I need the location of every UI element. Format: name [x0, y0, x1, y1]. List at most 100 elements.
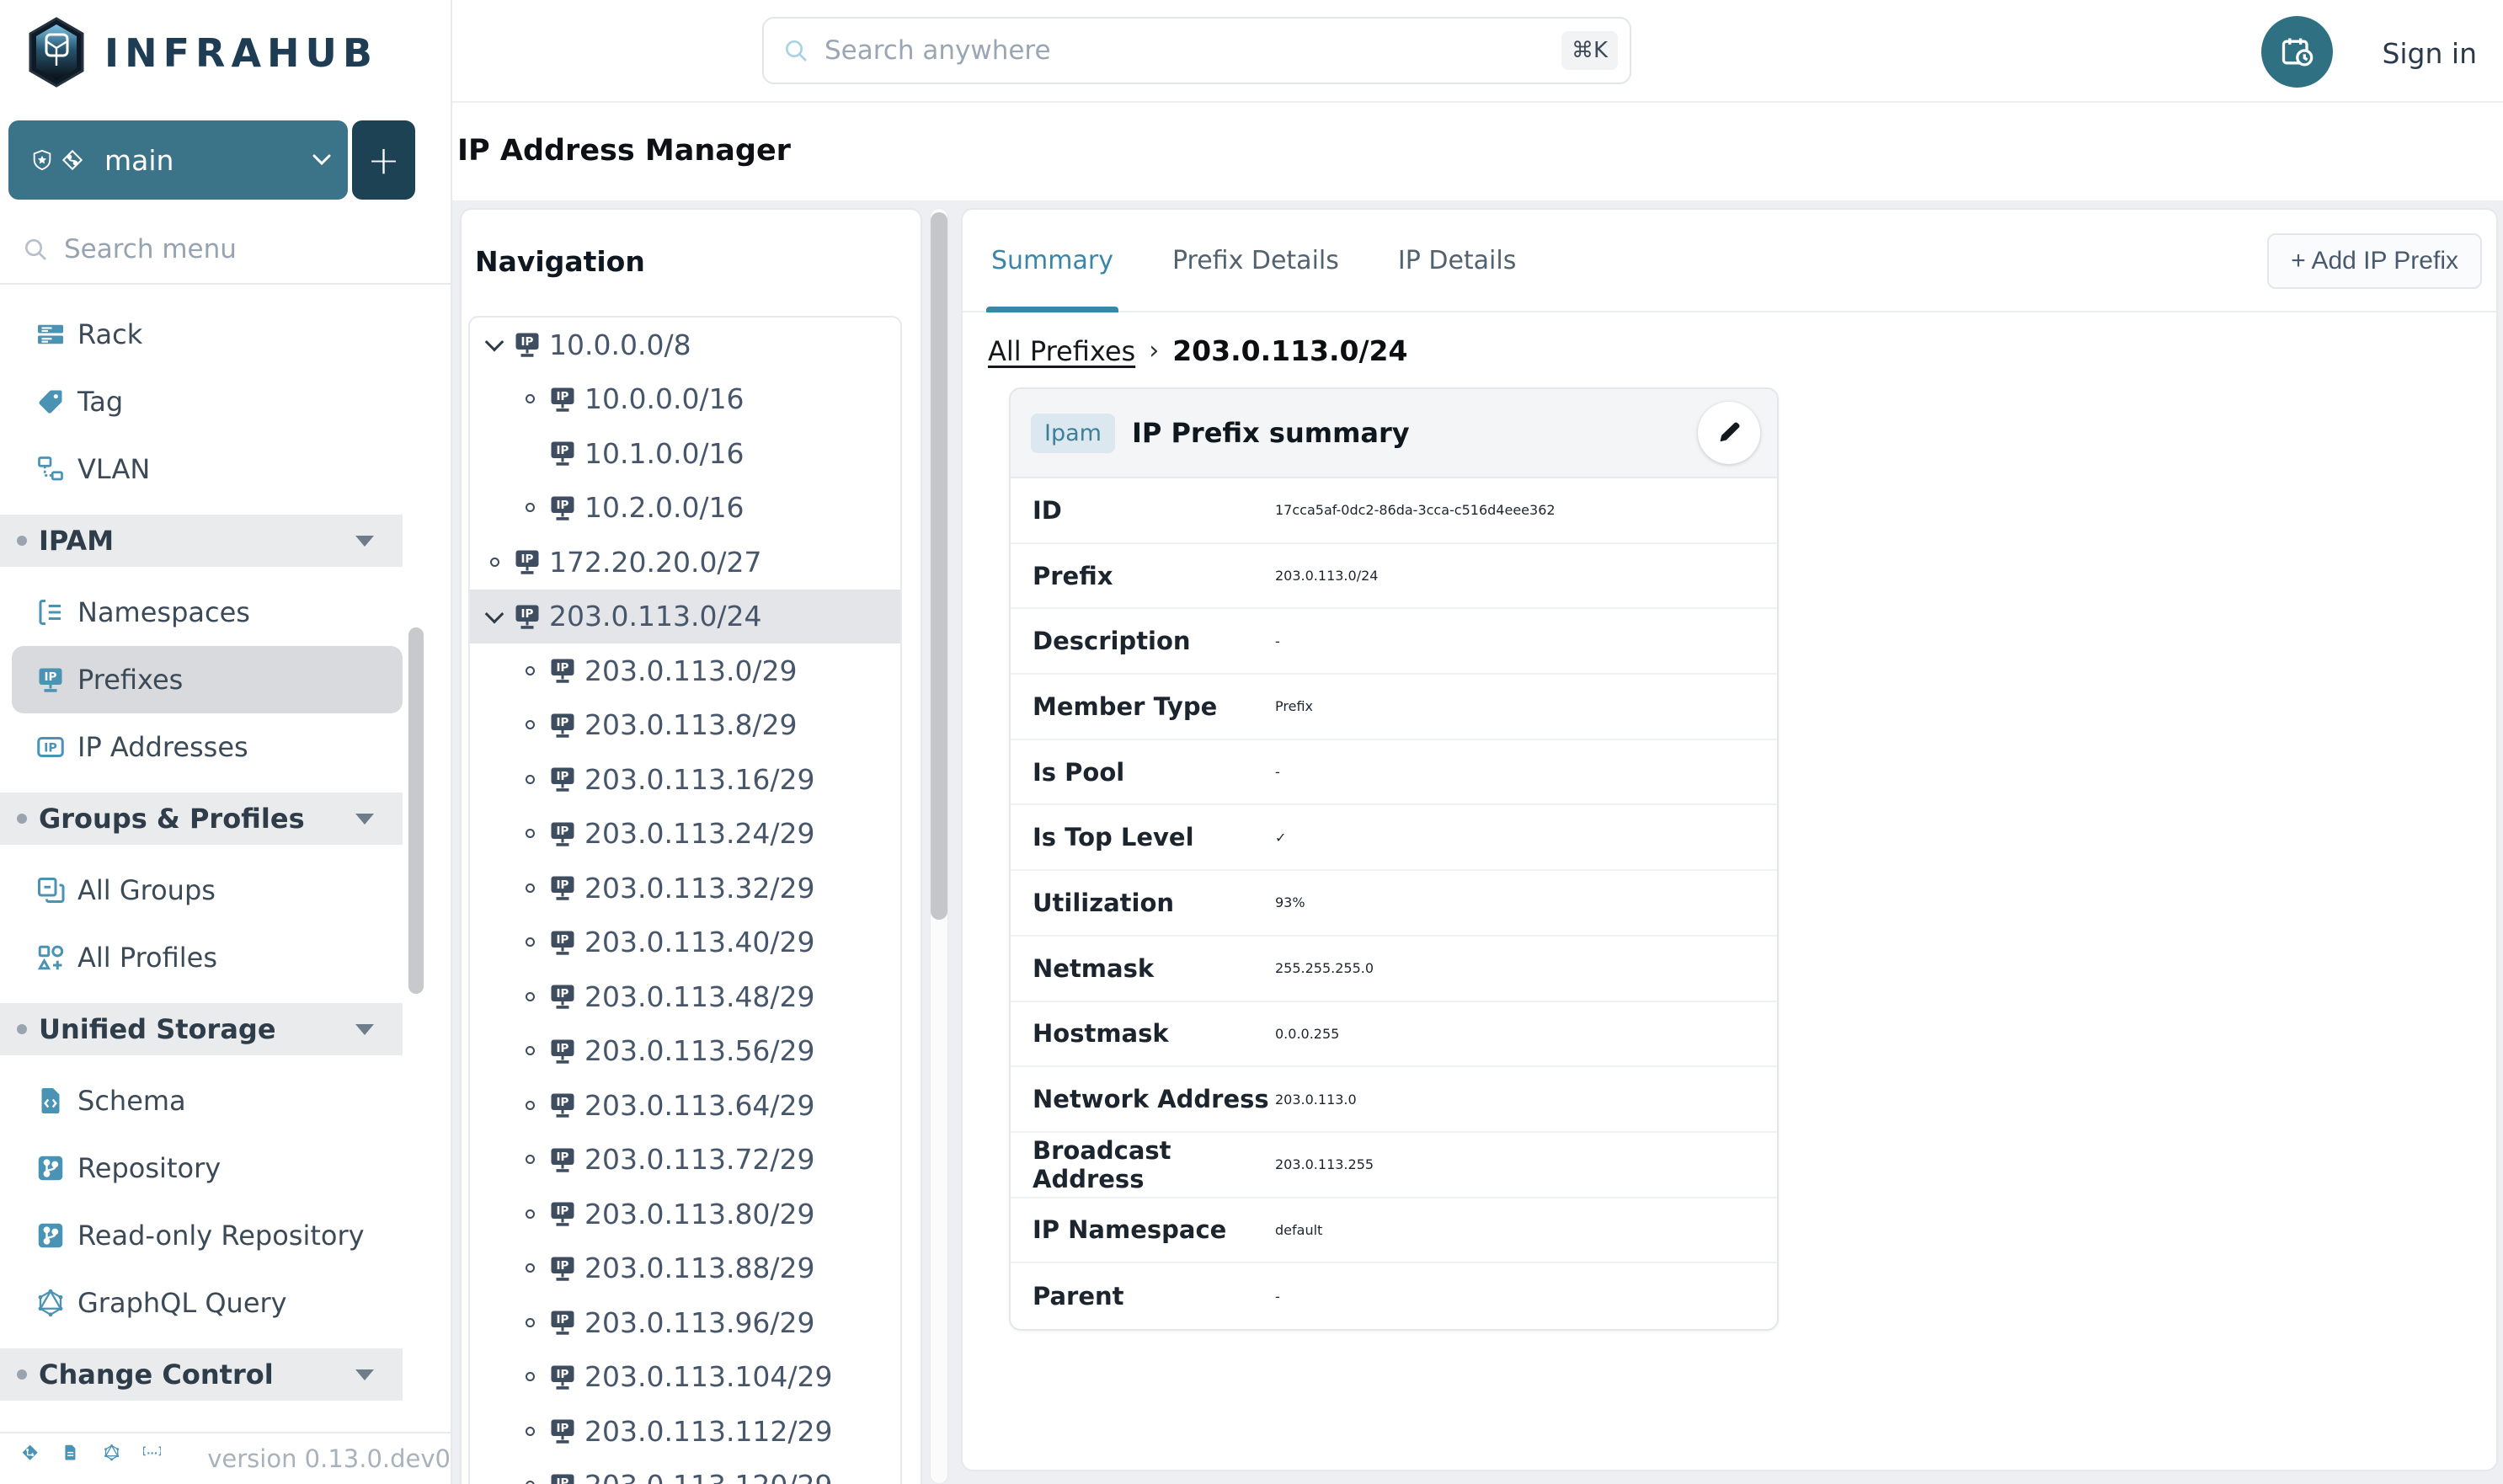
detail-panel: Summary Prefix Details IP Details + Add IP … — [961, 208, 2498, 1471]
ip-namespace-link[interactable]: default — [1275, 1222, 1322, 1238]
tree-item-10-0-0-0-8[interactable]: IP10.0.0.0/8 — [470, 318, 900, 372]
tab-summary[interactable]: Summary — [991, 210, 1113, 311]
summary-rows: ID17cca5af-0dc2-86da-3cca-c516d4eee362Pr… — [1011, 478, 1777, 1329]
tab-prefix-details[interactable]: Prefix Details — [1172, 210, 1339, 311]
tree-item-203-0-113-56-29[interactable]: IP203.0.113.56/29 — [470, 1024, 900, 1079]
sidebar-item-label: Rack — [77, 318, 142, 350]
prefix-icon: IP — [547, 1145, 578, 1175]
svg-text:IP: IP — [557, 1313, 569, 1327]
tree-item-203-0-113-120-29[interactable]: IP203.0.113.120/29 — [470, 1459, 900, 1484]
sidebar-item-label: All Groups — [77, 874, 216, 906]
sidebar-item-schema[interactable]: Schema — [0, 1067, 403, 1134]
repository-icon — [35, 1153, 66, 1183]
add-branch-button[interactable]: + — [352, 120, 415, 200]
svg-text:{...}: {...} — [143, 1444, 161, 1456]
sidebar-item-repository[interactable]: Repository — [0, 1134, 403, 1202]
sign-in-button[interactable]: Sign in — [2382, 37, 2477, 70]
tree-item-203-0-113-72-29[interactable]: IP203.0.113.72/29 — [470, 1133, 900, 1188]
sidebar-scrollbar[interactable] — [408, 627, 424, 994]
leaf-dot-icon — [519, 877, 541, 899]
brand-logo[interactable]: INFRAHUB — [0, 0, 451, 94]
tree-item-label: 203.0.113.8/29 — [584, 708, 798, 741]
svg-text:IP: IP — [557, 1368, 569, 1381]
edit-button[interactable] — [1698, 402, 1760, 464]
graphql-hex-icon[interactable] — [103, 1444, 120, 1474]
tree-item-203-0-113-88-29[interactable]: IP203.0.113.88/29 — [470, 1241, 900, 1296]
tree-item-label: 203.0.113.56/29 — [584, 1034, 815, 1067]
sidebar-item-ip-addresses[interactable]: IPIP Addresses — [0, 713, 403, 781]
row-value: default — [1275, 1222, 1322, 1238]
sidebar-item-tag[interactable]: Tag — [0, 368, 403, 435]
tree-item-10-2-0-0-16[interactable]: IP10.2.0.0/16 — [470, 481, 900, 536]
tree-item-label: 203.0.113.0/29 — [584, 654, 798, 687]
git-icon[interactable] — [21, 1444, 39, 1474]
search-icon — [22, 236, 49, 263]
breadcrumb-all-prefixes-link[interactable]: All Prefixes — [988, 335, 1135, 367]
summary-row-is-top-level: Is Top Level✓ — [1011, 805, 1777, 871]
namespace-icon — [35, 597, 66, 627]
content-scrollbar-thumb[interactable] — [931, 212, 947, 920]
docs-icon[interactable] — [61, 1444, 79, 1474]
sidebar-item-all-groups[interactable]: All Groups — [0, 857, 403, 924]
schedule-button[interactable] — [2261, 16, 2333, 88]
sidebar-item-rack[interactable]: Rack — [0, 301, 403, 368]
tree-item-203-0-113-112-29[interactable]: IP203.0.113.112/29 — [470, 1404, 900, 1459]
prefix-icon: IP — [547, 1090, 578, 1120]
sidebar-section-groups-profiles[interactable]: Groups & Profiles — [0, 793, 403, 845]
prefix-icon: IP — [547, 927, 578, 958]
row-value: 93% — [1275, 894, 1305, 910]
profiles-icon — [35, 942, 66, 973]
chevron-right-icon[interactable] — [519, 442, 541, 464]
braces-icon[interactable]: {...} — [143, 1444, 161, 1474]
tree-item-203-0-113-0-24[interactable]: IP203.0.113.0/24 — [470, 590, 900, 644]
infrahub-logo-icon — [27, 17, 86, 89]
leaf-dot-icon — [519, 1475, 541, 1484]
sidebar-item-namespaces[interactable]: Namespaces — [0, 579, 403, 646]
prefix-icon: IP — [35, 665, 66, 695]
tree-item-203-0-113-32-29[interactable]: IP203.0.113.32/29 — [470, 861, 900, 915]
section-bullet-icon — [17, 536, 27, 546]
sidebar-item-read-only-repository[interactable]: Read-only Repository — [0, 1202, 403, 1269]
sidebar-search-input[interactable]: Search menu — [0, 215, 452, 285]
sidebar-item-vlan[interactable]: VLAN — [0, 435, 403, 503]
row-label: Netmask — [1033, 954, 1275, 983]
tree-item-203-0-113-96-29[interactable]: IP203.0.113.96/29 — [470, 1295, 900, 1350]
chevron-down-icon[interactable] — [483, 606, 505, 627]
sidebar-section-unified-storage[interactable]: Unified Storage — [0, 1003, 403, 1055]
tree-item-203-0-113-8-29[interactable]: IP203.0.113.8/29 — [470, 698, 900, 753]
version-label: version 0.13.0.dev0 — [207, 1444, 451, 1473]
schema-icon — [35, 1086, 66, 1116]
chevron-down-icon[interactable] — [483, 334, 505, 355]
chevron-down-icon — [355, 1024, 374, 1035]
sidebar: INFRAHUB main — [0, 0, 452, 1484]
tree-item-203-0-113-64-29[interactable]: IP203.0.113.64/29 — [470, 1078, 900, 1133]
tree-item-203-0-113-80-29[interactable]: IP203.0.113.80/29 — [470, 1187, 900, 1241]
tab-ip-details[interactable]: IP Details — [1398, 210, 1516, 311]
sidebar-item-label: IP Addresses — [77, 731, 248, 763]
add-ip-prefix-button[interactable]: + Add IP Prefix — [2267, 233, 2482, 289]
sidebar-item-all-profiles[interactable]: All Profiles — [0, 924, 403, 991]
tree-item-172-20-20-0-27[interactable]: IP172.20.20.0/27 — [470, 535, 900, 590]
tree-item-203-0-113-48-29[interactable]: IP203.0.113.48/29 — [470, 969, 900, 1024]
tree-item-203-0-113-104-29[interactable]: IP203.0.113.104/29 — [470, 1350, 900, 1405]
sidebar-item-graphql-query[interactable]: GraphQL Query — [0, 1269, 403, 1337]
svg-text:IP: IP — [557, 1259, 569, 1273]
global-search-input[interactable]: Search anywhere ⌘K — [762, 17, 1631, 84]
tree-item-203-0-113-40-29[interactable]: IP203.0.113.40/29 — [470, 915, 900, 970]
sidebar-section-change-control[interactable]: Change Control — [0, 1348, 403, 1401]
tree-item-203-0-113-16-29[interactable]: IP203.0.113.16/29 — [470, 752, 900, 807]
page-title-row: IP Address Manager — [452, 103, 2503, 199]
leaf-dot-icon — [519, 388, 541, 410]
tree-item-203-0-113-0-29[interactable]: IP203.0.113.0/29 — [470, 643, 900, 698]
sidebar-item-prefixes[interactable]: IPPrefixes — [12, 646, 403, 713]
sidebar-section-ipam[interactable]: IPAM — [0, 515, 403, 567]
tree-item-10-1-0-0-16[interactable]: IP10.1.0.0/16 — [470, 426, 900, 481]
row-label: Description — [1033, 627, 1275, 655]
tree-item-10-0-0-0-16[interactable]: IP10.0.0.0/16 — [470, 372, 900, 427]
tree-item-203-0-113-24-29[interactable]: IP203.0.113.24/29 — [470, 807, 900, 862]
branch-dropdown[interactable]: main — [8, 120, 348, 200]
chevron-down-icon — [355, 536, 374, 547]
content-scrollbar[interactable] — [930, 208, 948, 1484]
summary-row-prefix: Prefix203.0.113.0/24 — [1011, 544, 1777, 610]
svg-text:IP: IP — [557, 390, 569, 403]
